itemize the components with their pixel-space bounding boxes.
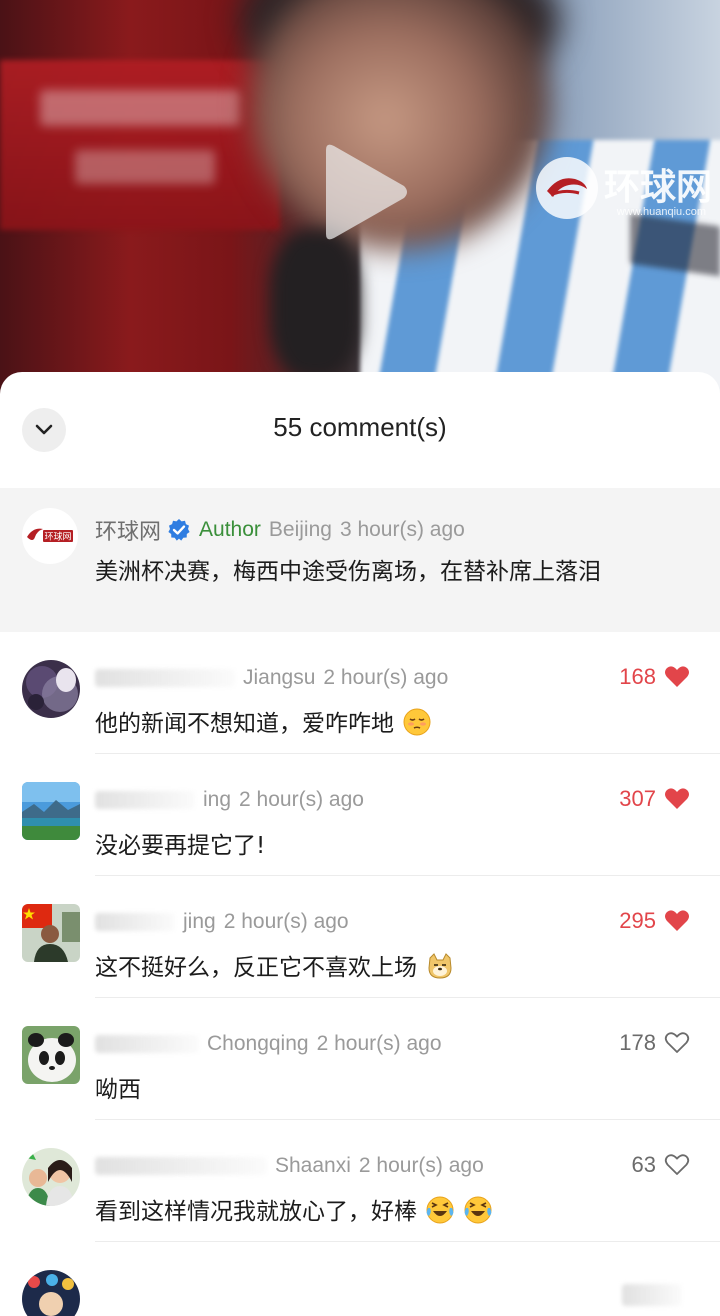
comment-text: 这不挺好么，反正它不喜欢上场 — [95, 948, 454, 982]
crying-laughing-emoji-icon — [426, 1196, 454, 1224]
banner-blur-text — [40, 90, 240, 126]
comment-text: 呦西 — [95, 1077, 141, 1103]
like-button[interactable]: 178 — [619, 1030, 690, 1056]
comment-count-title: 55 comment(s) — [273, 412, 447, 442]
comment-location: Shaanxi — [275, 1154, 351, 1177]
watermark-text: 环球网 — [603, 167, 712, 208]
like-button[interactable] — [622, 1284, 690, 1306]
comment-item[interactable]: Shaanxi 2 hour(s) ago 看到这样情况我就放心了，好棒 63 — [0, 1120, 720, 1242]
like-count: 178 — [619, 1030, 656, 1055]
like-count: 168 — [619, 664, 656, 689]
watermark: 环球网 www.huanqiu.com — [535, 157, 712, 219]
avatar[interactable]: 环球网 — [22, 508, 78, 564]
author-time: 3 hour(s) ago — [339, 518, 465, 541]
watermark-url: www.huanqiu.com — [616, 206, 706, 218]
comment-text: 看到这样情况我就放心了，好棒 — [95, 1192, 492, 1226]
avatar[interactable] — [22, 782, 80, 840]
avatar[interactable] — [22, 1148, 80, 1206]
heart-outline-icon — [664, 1032, 690, 1053]
heart-filled-icon — [665, 666, 689, 687]
comment-text: 他的新闻不想知道，爱咋咋地 — [95, 704, 431, 738]
comment-location: Chongqing — [207, 1032, 309, 1055]
comment-time: 2 hour(s) ago — [239, 788, 364, 811]
author-meta: 环球网 Author Beijing 3 hour(s) ago — [95, 514, 465, 546]
comment-meta: Chongqing 2 hour(s) ago — [95, 1032, 442, 1056]
comment-text-content: 他的新闻不想知道，爱咋咋地 — [95, 711, 394, 737]
comments-sheet: 55 comment(s) 环球网 环球网 Author Beijing 3 h… — [0, 372, 720, 1316]
author-post-text: 美洲杯决赛，梅西中途受伤离场，在替补席上落泪 — [95, 559, 601, 585]
avatar[interactable] — [22, 660, 80, 718]
comment-item[interactable]: jing 2 hour(s) ago 这不挺好么，反正它不喜欢上场 295 — [0, 876, 720, 998]
comment-location: ing — [203, 788, 232, 811]
relieved-face-emoji-icon — [403, 708, 431, 736]
masked-username — [95, 669, 235, 687]
crying-laughing-emoji-icon — [464, 1196, 492, 1224]
play-icon[interactable] — [320, 142, 410, 242]
like-count: 295 — [619, 908, 656, 933]
avatar-logo-text: 环球网 — [44, 531, 71, 543]
doge-emoji-icon — [428, 953, 452, 979]
heart-filled-icon — [665, 788, 689, 809]
comment-item[interactable]: ing 2 hour(s) ago 没必要再提它了! 307 — [0, 754, 720, 876]
author-username[interactable]: 环球网 — [95, 514, 161, 546]
comment-meta: jing 2 hour(s) ago — [95, 910, 349, 934]
comment-text-content: 看到这样情况我就放心了，好棒 — [95, 1199, 417, 1225]
like-button[interactable]: 295 — [619, 908, 690, 934]
comment-time: 2 hour(s) ago — [316, 1032, 442, 1055]
avatar[interactable] — [22, 904, 80, 962]
comment-location: jing — [183, 910, 216, 933]
comment-location: Jiangsu — [243, 666, 316, 689]
comment-meta: Jiangsu 2 hour(s) ago — [95, 666, 448, 690]
sheet-header: 55 comment(s) — [0, 372, 720, 488]
masked-like-count — [622, 1284, 682, 1306]
like-button[interactable]: 307 — [619, 786, 690, 812]
huanqiu-logo-icon — [535, 157, 598, 219]
masked-username — [95, 1157, 267, 1175]
glove — [270, 230, 360, 380]
comment-time: 2 hour(s) ago — [323, 666, 449, 689]
author-post[interactable]: 环球网 环球网 Author Beijing 3 hour(s) ago 美洲杯… — [0, 488, 720, 632]
masked-username — [95, 791, 195, 809]
like-button[interactable]: 168 — [619, 664, 690, 690]
heart-filled-icon — [665, 910, 689, 931]
masked-username — [95, 913, 175, 931]
author-tag: Author — [199, 518, 261, 541]
heart-outline-icon — [664, 1154, 690, 1175]
avatar[interactable] — [22, 1270, 80, 1316]
video-player[interactable]: 环球网 www.huanqiu.com — [0, 0, 720, 400]
background-banner — [0, 60, 280, 230]
like-count: 63 — [631, 1152, 656, 1177]
avatar[interactable] — [22, 1026, 80, 1084]
author-location: Beijing — [268, 518, 332, 541]
like-button[interactable]: 63 — [632, 1152, 690, 1178]
comment-item[interactable]: Chongqing 2 hour(s) ago 呦西 178 — [0, 998, 720, 1120]
masked-username — [95, 1035, 199, 1053]
verified-badge-icon — [168, 519, 190, 541]
comment-meta: Shaanxi 2 hour(s) ago — [95, 1154, 484, 1178]
comment-item[interactable] — [0, 1242, 720, 1316]
banner-blur-text — [75, 150, 215, 184]
comment-text: 没必要再提它了! — [95, 833, 266, 859]
comment-time: 2 hour(s) ago — [358, 1154, 484, 1177]
comment-time: 2 hour(s) ago — [223, 910, 349, 933]
comment-item[interactable]: Jiangsu 2 hour(s) ago 他的新闻不想知道，爱咋咋地 168 — [0, 632, 720, 754]
comment-meta: ing 2 hour(s) ago — [95, 788, 364, 812]
huanqiu-logo-icon: 环球网 — [27, 528, 73, 543]
like-count: 307 — [619, 786, 656, 811]
comment-text-content: 这不挺好么，反正它不喜欢上场 — [95, 955, 417, 981]
